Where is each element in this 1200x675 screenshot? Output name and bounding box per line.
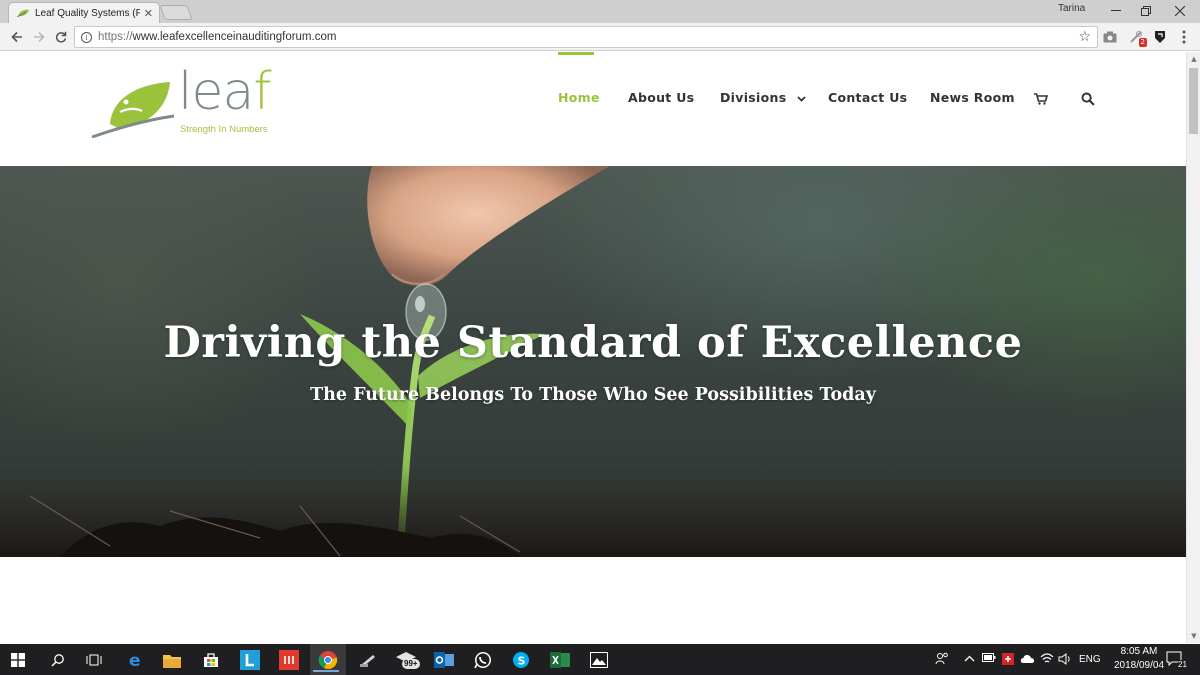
task-view-icon[interactable] [82, 648, 106, 672]
site-info-icon[interactable]: i [81, 31, 92, 43]
chevron-down-icon [797, 95, 806, 102]
volume-icon[interactable] [1058, 653, 1072, 668]
app-red-icon[interactable] [277, 648, 301, 672]
app-badge-count: 99+ [402, 659, 420, 669]
tab-title: Leaf Quality Systems (Pty [35, 7, 140, 19]
scroll-thumb[interactable] [1189, 68, 1198, 134]
windows-start-icon[interactable] [6, 648, 30, 672]
app-pen-icon[interactable] [356, 648, 380, 672]
search-icon[interactable] [46, 648, 70, 672]
browser-tab-strip: Leaf Quality Systems (Pty ✕ Tarina [0, 0, 1200, 23]
nav-about-us[interactable]: About Us [628, 90, 694, 105]
nav-news-room[interactable]: News Room [930, 90, 1015, 105]
nav-divisions[interactable]: Divisions [720, 90, 806, 105]
bookmark-star-icon[interactable]: ☆ [1078, 29, 1091, 45]
active-nav-indicator [558, 52, 594, 55]
hero-subtitle: The Future Belongs To Those Who See Poss… [310, 385, 876, 405]
people-icon[interactable] [935, 652, 949, 669]
store-icon[interactable] [199, 648, 223, 672]
chrome-icon[interactable] [313, 648, 340, 672]
hero-banner: Driving the Standard of Excellence The F… [0, 166, 1186, 557]
hero-title: Driving the Standard of Excellence [163, 318, 1023, 368]
extension-camera-icon[interactable] [1102, 29, 1118, 45]
url-text: https://www.leafexcellenceinauditingforu… [98, 31, 337, 43]
notifications-app-icon[interactable]: 99+ [394, 648, 420, 672]
scroll-up-arrow-icon[interactable]: ▲ [1187, 52, 1200, 66]
whatsapp-icon[interactable] [471, 648, 495, 672]
edge-browser-icon[interactable]: e [124, 648, 148, 672]
cart-icon[interactable] [1034, 92, 1048, 106]
address-bar[interactable]: i https://www.leafexcellenceinauditingfo… [74, 26, 1098, 48]
site-logo[interactable]: leaf Strength In Numbers [90, 66, 280, 140]
nav-divisions-label: Divisions [720, 90, 787, 105]
back-arrow-icon[interactable] [8, 28, 26, 46]
svg-text:S: S [518, 655, 526, 668]
leaf-logo-icon [91, 82, 175, 138]
reload-icon[interactable] [52, 28, 70, 46]
browser-toolbar: i https://www.leafexcellenceinauditingfo… [0, 23, 1200, 51]
onedrive-icon[interactable] [1020, 653, 1036, 666]
file-explorer-icon[interactable] [160, 648, 184, 672]
clock-date[interactable]: 2018/09/04 [1110, 660, 1168, 671]
app-l-icon[interactable] [238, 648, 262, 672]
system-tray: ENG 8:05 AM 2018/09/04 21 [930, 644, 1200, 675]
forward-arrow-icon[interactable] [30, 28, 48, 46]
svg-text:e: e [129, 651, 141, 669]
leaf-favicon-icon [17, 9, 29, 17]
outlook-icon[interactable] [432, 648, 456, 672]
extension-puzzle-icon[interactable]: 2 [1128, 29, 1147, 47]
new-tab-button[interactable] [159, 5, 193, 20]
photos-icon[interactable] [587, 648, 611, 672]
wifi-icon[interactable] [1040, 653, 1054, 667]
logo-wordmark: leaf [178, 62, 272, 122]
browser-menu-icon[interactable] [1176, 29, 1192, 45]
excel-icon[interactable] [548, 648, 572, 672]
clock-time[interactable]: 8:05 AM [1114, 646, 1164, 657]
antivirus-icon[interactable] [1002, 653, 1014, 668]
search-icon[interactable] [1081, 92, 1095, 106]
nav-home[interactable]: Home [558, 90, 600, 105]
site-header: leaf Strength In Numbers Home About Us D… [0, 52, 1186, 165]
skype-icon[interactable]: S [509, 648, 533, 672]
profile-name[interactable]: Tarina [1058, 3, 1085, 14]
page-scrollbar[interactable]: ▲ ▼ [1186, 52, 1200, 643]
nav-contact-us[interactable]: Contact Us [828, 90, 907, 105]
tab-close-icon[interactable]: ✕ [144, 8, 153, 19]
logo-tagline: Strength In Numbers [180, 124, 268, 135]
browser-tab[interactable]: Leaf Quality Systems (Pty ✕ [8, 2, 160, 23]
restore-icon[interactable] [1132, 2, 1160, 20]
extension-shield-icon[interactable] [1152, 29, 1168, 45]
active-app-underline [313, 670, 339, 672]
window-close-icon[interactable] [1166, 2, 1194, 20]
input-language[interactable]: ENG [1079, 654, 1101, 665]
minimize-icon[interactable] [1102, 2, 1130, 20]
action-center-count: 21 [1178, 660, 1187, 669]
battery-icon[interactable] [982, 653, 996, 665]
windows-taskbar: e 99+ S ENG 8:05 AM 2018/09/04 21 [0, 644, 1200, 675]
scroll-down-arrow-icon[interactable]: ▼ [1187, 629, 1200, 643]
extension-badge: 2 [1138, 38, 1147, 47]
chevron-up-icon[interactable] [964, 653, 975, 665]
